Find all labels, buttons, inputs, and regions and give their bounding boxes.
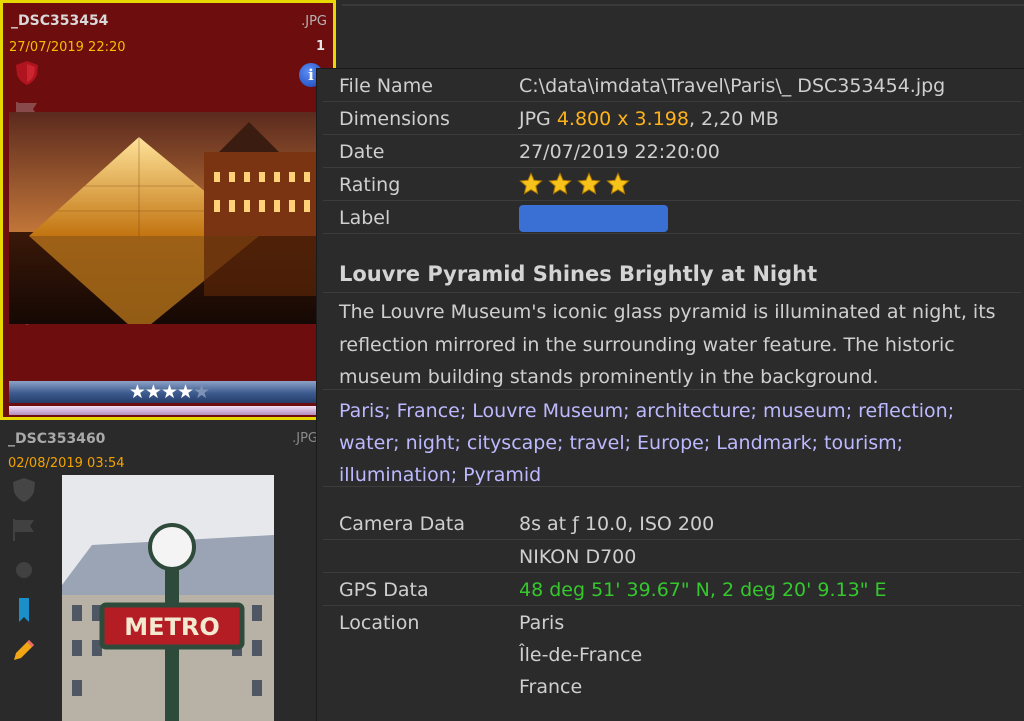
star-icon[interactable]: ★ bbox=[145, 381, 162, 403]
row-date: Date 27/07/2019 22:20:00 bbox=[323, 135, 1021, 168]
camera-data-label: Camera Data bbox=[339, 513, 465, 535]
thumbnail-selected[interactable]: _DSC353454 27/07/2019 22:20 .JPG 1 i ★★★… bbox=[0, 0, 336, 420]
rating-label: Rating bbox=[339, 174, 401, 196]
flag-icon[interactable] bbox=[10, 516, 38, 544]
thumbnail-date: 02/08/2019 03:54 bbox=[8, 456, 125, 471]
louvre-photo bbox=[9, 112, 322, 324]
date-value: 27/07/2019 22:20:00 bbox=[519, 141, 720, 163]
thumbnail-stars: ★★★★★ bbox=[129, 381, 210, 403]
file-size: , 2,20 MB bbox=[688, 108, 779, 130]
thumbnail-image-louvre[interactable] bbox=[9, 112, 322, 324]
image-keywords: Paris; France; Louvre Museum; architectu… bbox=[339, 400, 955, 486]
metro-sign-text: METRO bbox=[124, 613, 220, 641]
thumbnail-extension: .JPG bbox=[292, 431, 318, 446]
pixel-size: 4.800 x 3.198 bbox=[556, 108, 689, 130]
separator bbox=[323, 292, 1021, 293]
thumbnail-image-metro[interactable]: METRO bbox=[62, 475, 274, 721]
thumbnail-extension: .JPG bbox=[301, 14, 327, 29]
location-city: Paris bbox=[519, 612, 565, 634]
star-icon[interactable]: ★ bbox=[177, 381, 194, 403]
file-name-value: C:\data\imdata\Travel\Paris\_ DSC353454.… bbox=[519, 75, 946, 97]
dimensions-label: Dimensions bbox=[339, 108, 450, 130]
image-description: The Louvre Museum's iconic glass pyramid… bbox=[339, 301, 996, 388]
image-title: Louvre Pyramid Shines Brightly at Night bbox=[339, 262, 818, 286]
thumbnail-filename: _DSC353460 bbox=[8, 431, 106, 447]
location-country: France bbox=[519, 676, 583, 698]
color-label-chip[interactable] bbox=[519, 205, 668, 232]
star-icon[interactable]: ★ bbox=[193, 381, 210, 403]
dimensions-value: JPG 4.800 x 3.198, 2,20 MB bbox=[519, 108, 779, 130]
separator bbox=[323, 389, 1021, 390]
star-icon[interactable] bbox=[519, 172, 543, 196]
thumbnail-date: 27/07/2019 22:20 bbox=[9, 40, 126, 55]
row-location: Location Paris Île-de-France France bbox=[323, 606, 1021, 702]
top-divider bbox=[342, 4, 1024, 6]
row-label: Label bbox=[323, 201, 1021, 234]
location-region: Île-de-France bbox=[519, 644, 643, 666]
star-icon[interactable] bbox=[577, 172, 601, 196]
gps-data-label: GPS Data bbox=[339, 579, 429, 601]
separator bbox=[323, 486, 1021, 487]
thumbnail[interactable]: _DSC353460 02/08/2019 03:54 .JPG METRO bbox=[0, 420, 336, 721]
row-camera-data: Camera Data 8s at ƒ 10.0, ISO 200 bbox=[323, 507, 1021, 540]
file-name-label: File Name bbox=[339, 75, 433, 97]
star-icon[interactable] bbox=[548, 172, 572, 196]
camera-exposure: 8s at ƒ 10.0, ISO 200 bbox=[519, 513, 715, 535]
info-panel: File Name C:\data\imdata\Travel\Paris\_ … bbox=[316, 68, 1024, 721]
date-label: Date bbox=[339, 141, 385, 163]
row-gps-data: GPS Data 48 deg 51' 39.67" N, 2 deg 20' … bbox=[323, 573, 1021, 606]
shield-icon[interactable] bbox=[13, 59, 41, 87]
row-rating: Rating bbox=[323, 168, 1021, 201]
thumbnail-number: 1 bbox=[315, 39, 325, 54]
row-file-name: File Name C:\data\imdata\Travel\Paris\_ … bbox=[323, 69, 1021, 102]
bookmark-icon[interactable] bbox=[10, 596, 38, 624]
thumbnail-status-icons bbox=[10, 476, 42, 676]
row-camera-model: NIKON D700 bbox=[323, 540, 1021, 573]
shield-icon[interactable] bbox=[10, 476, 38, 504]
color-circle-icon[interactable] bbox=[10, 556, 38, 584]
format-text: JPG bbox=[519, 108, 551, 130]
gps-value[interactable]: 48 deg 51' 39.67" N, 2 deg 20' 9.13" E bbox=[519, 579, 886, 601]
thumbnail-rating-bar[interactable]: ★★★★★ bbox=[9, 381, 329, 403]
star-icon[interactable] bbox=[606, 172, 630, 196]
rating-stars[interactable] bbox=[519, 172, 630, 196]
metro-photo: METRO bbox=[62, 475, 274, 721]
star-icon[interactable]: ★ bbox=[161, 381, 178, 403]
row-dimensions: Dimensions JPG 4.800 x 3.198, 2,20 MB bbox=[323, 102, 1021, 135]
camera-model: NIKON D700 bbox=[519, 546, 637, 568]
location-label: Location bbox=[339, 612, 420, 634]
label-label: Label bbox=[339, 207, 391, 229]
pencil-icon[interactable] bbox=[10, 636, 38, 664]
star-icon[interactable]: ★ bbox=[129, 381, 146, 403]
thumbnail-label-bar bbox=[9, 406, 329, 415]
thumbnail-filename: _DSC353454 bbox=[11, 13, 109, 29]
